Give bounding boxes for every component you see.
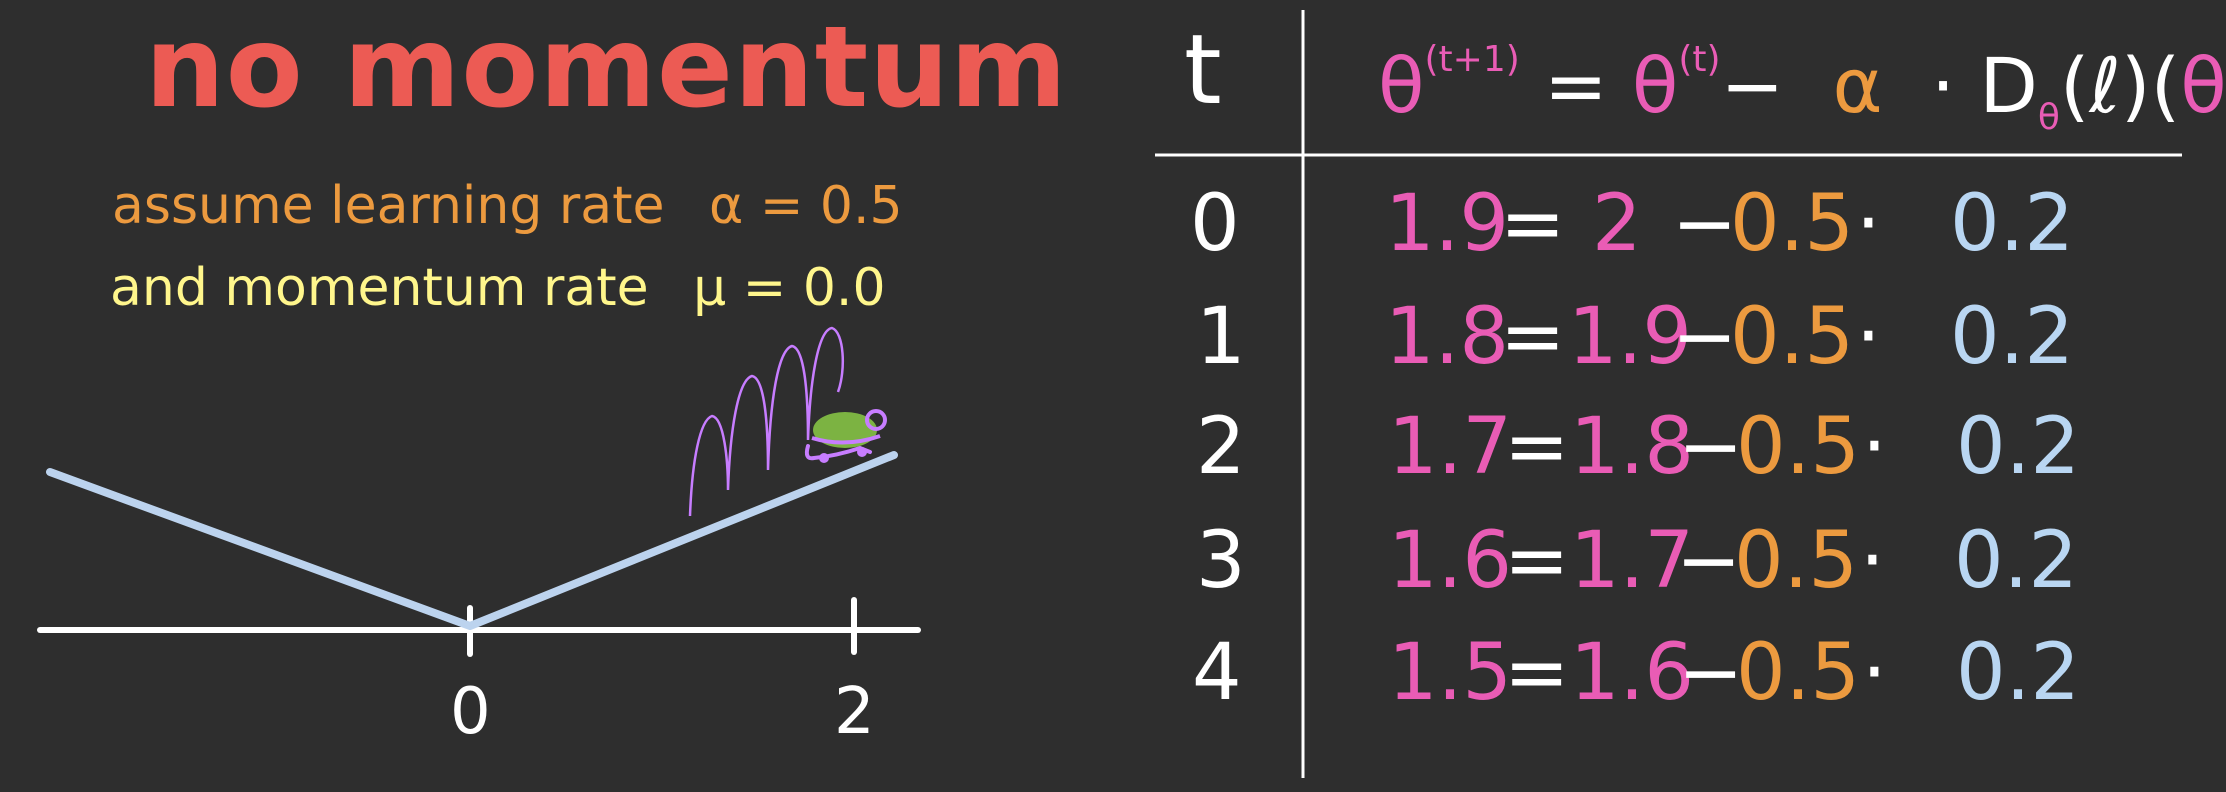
row-new-theta: 1.7 — [1388, 402, 1513, 492]
row-old-theta: 1.6 — [1570, 628, 1695, 718]
row-dot: · — [1862, 628, 1887, 718]
row-new-theta: 1.5 — [1388, 628, 1513, 718]
learning-rate-label: assume learning rate — [112, 176, 665, 236]
loss-curve — [46, 451, 898, 630]
row-learning-rate: 0.5 — [1730, 292, 1855, 382]
row-gradient: 0.2 — [1956, 628, 2081, 718]
row-t: 2 — [1196, 402, 1246, 492]
turtle-icon — [804, 409, 887, 463]
formula-equals: = — [1543, 41, 1608, 130]
row-t: 1 — [1196, 292, 1246, 382]
row-old-theta: 1.8 — [1570, 402, 1695, 492]
row-learning-rate: 0.5 — [1736, 402, 1861, 492]
formula-minus: − — [1720, 41, 1785, 130]
header-formula: θ(t+1) = θ(t)− α · Dθ(ℓ)(θ(t)) — [1378, 42, 2226, 136]
row-t: 4 — [1192, 628, 1242, 718]
row-equals: = — [1500, 179, 1566, 269]
formula-theta-next: θ — [1378, 41, 1425, 130]
row-dot: · — [1856, 292, 1881, 382]
formula-paren-open: ( — [2150, 41, 2181, 130]
formula-theta-t: θ — [1631, 41, 1679, 130]
formula-loss: (ℓ) — [2059, 41, 2151, 130]
row-equals: = — [1500, 292, 1566, 382]
alpha-symbol: α — [709, 176, 744, 236]
row-minus: − — [1676, 516, 1742, 606]
row-gradient: 0.2 — [1950, 292, 2075, 382]
learning-rate-line: assume learning rate α = 0.5 — [112, 180, 903, 232]
formula-dot: · — [1930, 41, 1956, 130]
axis-label-2: 2 — [834, 675, 875, 749]
row-equals: = — [1504, 628, 1570, 718]
row-gradient: 0.2 — [1956, 402, 2081, 492]
formula-sup-t: (t) — [1678, 39, 1721, 80]
mu-value: = 0.0 — [742, 258, 886, 318]
row-dot: · — [1862, 402, 1887, 492]
row-equals: = — [1504, 402, 1570, 492]
row-dot: · — [1860, 516, 1885, 606]
row-equals: = — [1504, 516, 1570, 606]
formula-grad-d: D — [1979, 41, 2038, 130]
page-title: no momentum — [145, 3, 1068, 133]
row-dot: · — [1856, 179, 1881, 269]
row-learning-rate: 0.5 — [1730, 179, 1855, 269]
mu-symbol: μ — [693, 258, 727, 318]
row-learning-rate: 0.5 — [1736, 628, 1861, 718]
row-minus: − — [1678, 402, 1744, 492]
momentum-rate-label: and momentum rate — [110, 258, 649, 318]
axis-label-0: 0 — [450, 675, 491, 749]
row-new-theta: 1.9 — [1385, 179, 1510, 269]
row-new-theta: 1.8 — [1385, 292, 1510, 382]
formula-grad-sub: θ — [2037, 97, 2060, 138]
row-new-theta: 1.6 — [1388, 516, 1513, 606]
row-learning-rate: 0.5 — [1734, 516, 1859, 606]
row-minus: − — [1678, 628, 1744, 718]
row-t: 0 — [1190, 179, 1240, 269]
row-gradient: 0.2 — [1950, 179, 2075, 269]
row-t: 3 — [1196, 516, 1246, 606]
alpha-value: = 0.5 — [759, 176, 903, 236]
momentum-rate-line: and momentum rate μ = 0.0 — [110, 262, 886, 314]
formula-sup-next: (t+1) — [1424, 39, 1520, 80]
formula-theta-arg: θ — [2180, 41, 2226, 130]
row-minus: − — [1672, 179, 1738, 269]
row-gradient: 0.2 — [1954, 516, 2079, 606]
row-minus: − — [1672, 292, 1738, 382]
header-t: t — [1184, 14, 1222, 126]
row-old-theta: 2 — [1592, 179, 1642, 269]
formula-alpha: α — [1832, 41, 1883, 130]
